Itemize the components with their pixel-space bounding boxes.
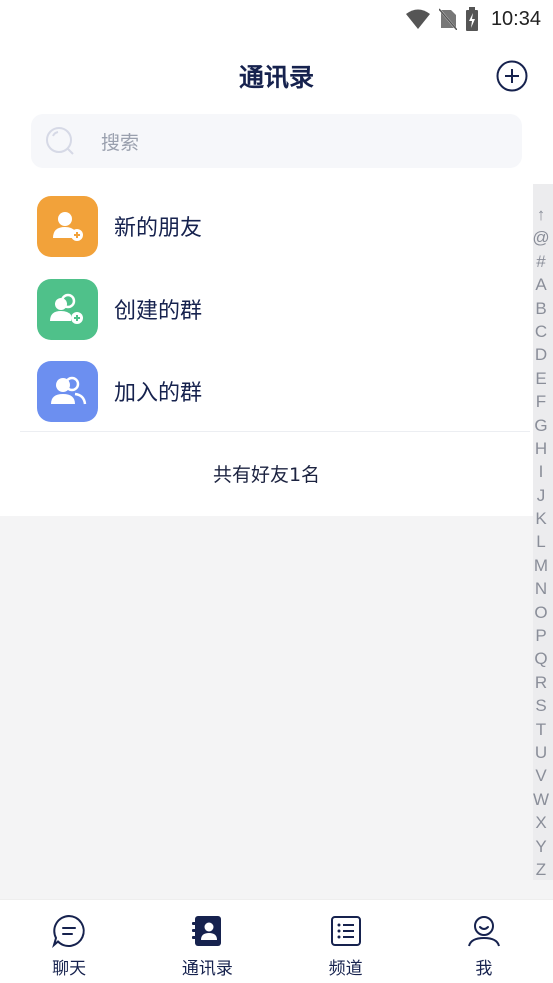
alpha-index-letter[interactable]: O	[534, 604, 547, 621]
alpha-index-letter[interactable]: @	[532, 229, 549, 246]
alpha-index-letter[interactable]: C	[535, 323, 547, 340]
alpha-index-letter[interactable]: N	[535, 580, 547, 597]
created-groups-item[interactable]: 创建的群	[0, 268, 530, 350]
bottom-nav: 聊天 通讯录 频道 我	[0, 899, 553, 983]
alpha-index-letter[interactable]: Z	[536, 861, 546, 878]
search-section: 搜索	[0, 114, 553, 180]
search-icon	[46, 127, 74, 155]
status-time: 10:34	[490, 7, 541, 30]
battery-charging-icon	[465, 7, 478, 31]
alpha-index-letter[interactable]: U	[535, 744, 547, 761]
alpha-index-letter[interactable]: S	[535, 697, 546, 714]
nav-label-me: 我	[475, 959, 493, 979]
chat-icon	[52, 914, 85, 948]
alpha-index-letter[interactable]: W	[533, 791, 549, 808]
new-friends-item[interactable]: 新的朋友	[0, 185, 530, 267]
contacts-list: 新的朋友 创建的群 加入的群 共有好友1名	[0, 180, 553, 516]
profile-icon	[467, 916, 500, 947]
alpha-index-letter[interactable]: J	[537, 487, 546, 504]
status-bar: 10:34	[0, 0, 553, 38]
joined-groups-label: 加入的群	[114, 381, 203, 406]
created-groups-avatar	[37, 278, 98, 340]
alpha-index-letter[interactable]: E	[535, 370, 546, 387]
joined-groups-avatar	[37, 360, 98, 422]
user-add-icon	[52, 212, 83, 241]
nav-item-me[interactable]: 我	[415, 900, 553, 983]
search-input[interactable]: 搜索	[31, 114, 522, 168]
alpha-index-letter[interactable]: V	[535, 767, 546, 784]
alpha-index-letter[interactable]: R	[535, 674, 547, 691]
alpha-index-letter[interactable]: K	[535, 510, 546, 527]
divider	[20, 431, 530, 432]
alpha-index-letter[interactable]: G	[534, 417, 547, 434]
alpha-index-letter[interactable]: A	[535, 276, 546, 293]
nav-item-channel[interactable]: 频道	[277, 900, 415, 983]
group-icon	[50, 376, 86, 405]
status-icons: 10:34	[405, 6, 541, 32]
wifi-icon	[405, 9, 430, 29]
channel-list-icon	[330, 916, 361, 946]
nav-label-chat: 聊天	[52, 959, 87, 979]
new-friends-label: 新的朋友	[114, 216, 203, 241]
created-groups-label: 创建的群	[114, 299, 203, 324]
alpha-index-letter[interactable]: L	[536, 533, 545, 550]
alpha-index-letter[interactable]: Y	[535, 838, 546, 855]
alpha-index-letter[interactable]: T	[536, 721, 546, 738]
alpha-index-letter[interactable]: X	[535, 814, 546, 831]
add-button[interactable]	[496, 60, 528, 92]
contacts-icon	[192, 916, 222, 946]
alpha-index-letter[interactable]: P	[535, 627, 546, 644]
nav-item-chat[interactable]: 聊天	[0, 900, 138, 983]
alpha-index-letter[interactable]: Q	[534, 650, 547, 667]
alpha-index[interactable]: ↑ @ # A B C D E F G H I J K L M N O P Q R S T U V W X Y Z	[531, 186, 551, 878]
joined-groups-item[interactable]: 加入的群	[0, 350, 530, 432]
no-sim-icon	[438, 8, 457, 30]
group-add-icon	[49, 293, 83, 324]
alpha-index-letter[interactable]: #	[536, 253, 545, 270]
nav-label-channel: 频道	[328, 959, 363, 979]
alpha-index-letter[interactable]: D	[535, 346, 547, 363]
alpha-index-letter[interactable]: F	[536, 393, 546, 410]
page-title: 通讯录	[238, 63, 314, 92]
alpha-index-letter[interactable]: H	[535, 440, 547, 457]
nav-item-contacts[interactable]: 通讯录	[138, 900, 276, 983]
alpha-index-letter[interactable]: I	[539, 463, 544, 480]
friend-count: 共有好友1名	[212, 464, 321, 486]
search-placeholder: 搜索	[101, 131, 140, 154]
alpha-index-letter[interactable]: M	[534, 557, 548, 574]
nav-label-contacts: 通讯录	[181, 959, 233, 979]
alpha-index-letter[interactable]: B	[535, 300, 546, 317]
header: 通讯录	[0, 38, 553, 114]
alpha-index-letter[interactable]: ↑	[537, 206, 546, 223]
new-friends-avatar	[37, 195, 98, 257]
